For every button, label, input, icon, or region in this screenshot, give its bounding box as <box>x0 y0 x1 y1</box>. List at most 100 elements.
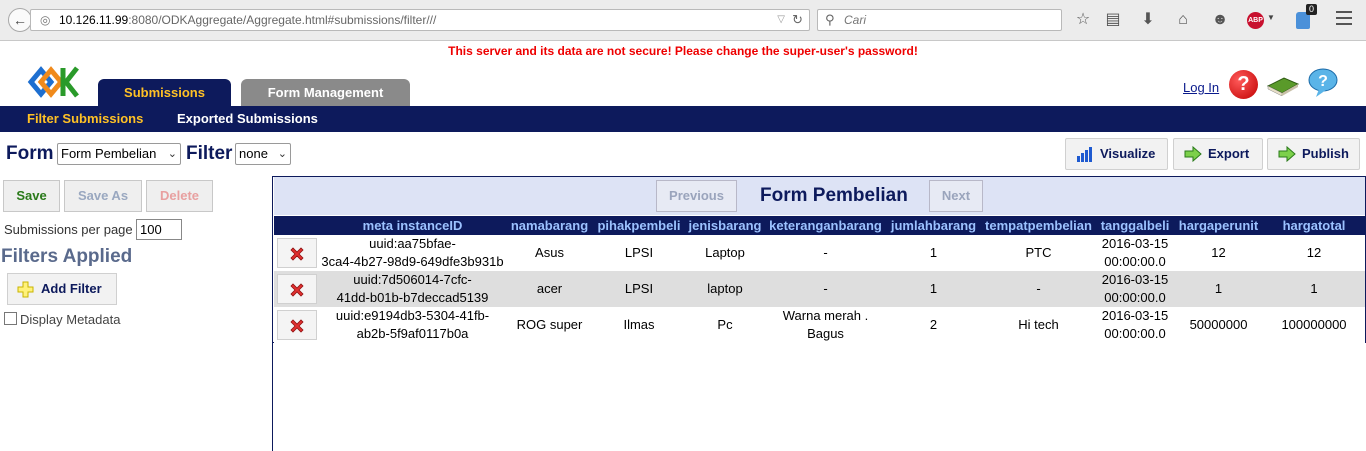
instance-id-line: uuid:aa75bfae- <box>369 236 456 251</box>
instance-id-cell: uuid:aa75bfae- 3ca4-4b27-98d9-649dfe3b931… <box>319 235 506 271</box>
filters-applied-heading: Filters Applied <box>1 246 133 267</box>
adblock-icon[interactable]: ABP <box>1247 12 1264 29</box>
pihakpembeli-cell: LPSI <box>593 235 685 271</box>
question-mark-icon[interactable]: ? <box>1229 70 1258 99</box>
date-line: 2016-03-15 <box>1101 236 1169 251</box>
jumlahbarang-cell: 1 <box>886 271 981 307</box>
filter-select-value: none <box>239 146 268 161</box>
delete-button[interactable]: Delete <box>146 180 213 212</box>
submissions-table: meta instanceID namabarang pihakpembeli … <box>274 216 1365 343</box>
chat-icon[interactable]: ☻ <box>1209 10 1231 30</box>
back-arrow-icon[interactable]: ← <box>8 8 32 32</box>
red-x-icon <box>289 247 304 261</box>
previous-button[interactable]: Previous <box>656 180 737 212</box>
plus-icon <box>17 281 34 298</box>
hargaperunit-cell: 12 <box>1174 235 1263 271</box>
table-row: uuid:e9194db3-5304-41fb-ab2b-5f9af0117b0… <box>274 307 1365 343</box>
hargaperunit-cell: 1 <box>1174 271 1263 307</box>
display-metadata-checkbox[interactable] <box>4 312 17 325</box>
home-icon[interactable]: ⌂ <box>1172 10 1194 30</box>
download-icon[interactable]: ⬇ <box>1137 10 1159 30</box>
pager-bar: Previous Form Pembelian Next <box>274 177 1365 215</box>
sub-navigation: Filter Submissions Exported Submissions <box>0 106 1366 132</box>
filter-select[interactable]: none ⌄ <box>235 143 291 165</box>
form-title: Form Pembelian <box>760 185 908 206</box>
instance-id-line: 41dd-b01b-b7deccad5139 <box>336 290 489 305</box>
jenisbarang-cell: laptop <box>685 271 765 307</box>
save-as-button[interactable]: Save As <box>64 180 142 212</box>
form-select[interactable]: Form Pembelian ⌄ <box>57 143 181 165</box>
bookmark-star-icon[interactable]: ☆ <box>1072 10 1094 30</box>
hamburger-menu-icon[interactable] <box>1336 11 1352 27</box>
keterangan-line: Bagus <box>807 326 844 341</box>
keterangan-line: - <box>823 245 828 260</box>
adblock-caret-icon[interactable]: ▼ <box>1267 13 1275 22</box>
hargatotal-cell: 100000000 <box>1263 307 1365 343</box>
publish-button[interactable]: Publish <box>1267 138 1360 170</box>
tab-form-management[interactable]: Form Management <box>241 79 410 106</box>
jumlahbarang-cell: 2 <box>886 307 981 343</box>
instance-id-line: uuid:e9194db3-5304-41fb- <box>335 308 490 323</box>
next-button[interactable]: Next <box>929 180 983 212</box>
instance-id-cell: uuid:e9194db3-5304-41fb-ab2b-5f9af0117b0… <box>319 307 506 343</box>
filter-label: Filter <box>186 143 233 164</box>
column-header: keteranganbarang <box>765 216 886 235</box>
pihakpembeli-cell: LPSI <box>593 271 685 307</box>
delete-column-header <box>274 216 319 235</box>
table-row: uuid:7d506014-7cfc- 41dd-b01b-b7deccad513… <box>274 271 1365 307</box>
keterangan-cell: Warna merah . Bagus <box>765 307 886 343</box>
search-input[interactable]: ⚲ Cari <box>817 9 1062 31</box>
add-filter-button[interactable]: Add Filter <box>7 273 117 305</box>
search-icon: ⚲ <box>825 12 835 27</box>
subnav-exported-submissions[interactable]: Exported Submissions <box>177 106 318 132</box>
submissions-per-page-label: Submissions per page <box>4 222 133 237</box>
tab-submissions[interactable]: Submissions <box>98 79 231 106</box>
notification-count: 0 <box>1306 4 1318 15</box>
log-in-link[interactable]: Log In <box>1183 80 1219 95</box>
keterangan-cell: - <box>765 271 886 307</box>
save-button[interactable]: Save <box>3 180 60 212</box>
export-button[interactable]: Export <box>1173 138 1263 170</box>
time-line: 00:00:00.0 <box>1104 326 1166 341</box>
odk-logo <box>27 66 79 98</box>
table-row: uuid:aa75bfae- 3ca4-4b27-98d9-649dfe3b931… <box>274 235 1365 271</box>
address-bar[interactable]: ◎ 10.126.11.99:8080/ODKAggregate/Aggrega… <box>30 9 810 31</box>
tanggalbeli-cell: 2016-03-15 00:00:00.0 <box>1096 235 1174 271</box>
subnav-filter-submissions[interactable]: Filter Submissions <box>27 106 143 132</box>
svg-text:?: ? <box>1318 73 1328 90</box>
column-header: pihakpembeli <box>593 216 685 235</box>
column-header: jumlahbarang <box>886 216 981 235</box>
delete-row-button[interactable] <box>276 238 317 268</box>
reading-list-icon[interactable]: ▤ <box>1102 10 1124 30</box>
delete-row-button[interactable] <box>276 310 317 340</box>
reload-icon[interactable]: ↻ <box>792 10 803 30</box>
help-bubble-icon[interactable]: ? <box>1307 68 1339 98</box>
column-header: tempatpembelian <box>981 216 1096 235</box>
hargaperunit-cell: 50000000 <box>1174 307 1263 343</box>
delete-cell <box>274 271 319 307</box>
jumlahbarang-cell: 1 <box>886 235 981 271</box>
instance-id-cell: uuid:7d506014-7cfc- 41dd-b01b-b7deccad513… <box>319 271 506 307</box>
date-line: 2016-03-15 <box>1101 272 1169 287</box>
namabarang-cell: ROG super <box>506 307 593 343</box>
namabarang-cell: Asus <box>506 235 593 271</box>
form-label: Form <box>6 143 54 164</box>
security-warning: This server and its data are not secure!… <box>448 44 918 58</box>
column-header: meta instanceID <box>319 216 506 235</box>
publish-label: Publish <box>1302 146 1349 161</box>
column-header: tanggalbeli <box>1096 216 1174 235</box>
column-header: hargatotal <box>1263 216 1365 235</box>
book-icon[interactable] <box>1266 74 1300 96</box>
tempatpembelian-cell: - <box>981 271 1096 307</box>
submissions-per-page-input[interactable]: 100 <box>136 219 182 240</box>
add-filter-label: Add Filter <box>41 281 102 296</box>
column-header: hargaperunit <box>1174 216 1263 235</box>
export-label: Export <box>1208 146 1250 161</box>
green-arrow-icon <box>1184 146 1202 162</box>
tanggalbeli-cell: 2016-03-15 00:00:00.0 <box>1096 271 1174 307</box>
url-dropdown-icon[interactable]: ▽ <box>777 10 785 30</box>
time-line: 00:00:00.0 <box>1104 290 1166 305</box>
instance-id-line: uuid:7d506014-7cfc- <box>353 272 472 287</box>
delete-row-button[interactable] <box>276 274 317 304</box>
visualize-button[interactable]: Visualize <box>1065 138 1168 170</box>
